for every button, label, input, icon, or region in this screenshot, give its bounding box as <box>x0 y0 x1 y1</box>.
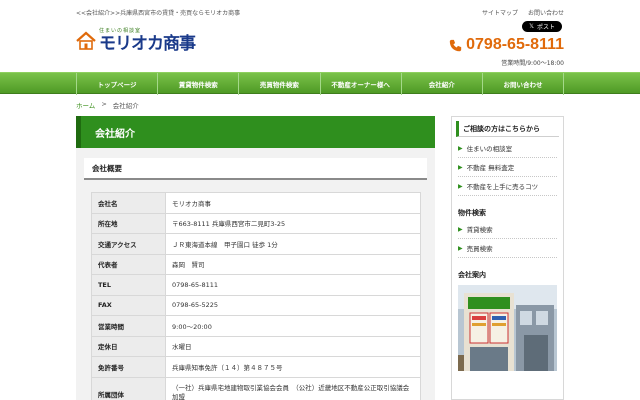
business-hours: 営業時間/9:00～18:00 <box>501 60 564 67</box>
contact-link[interactable]: お問い合わせ <box>528 8 564 17</box>
company-info-table: 会社名 モリオカ商事 所在地 〒663-8111 兵庫県西宮市二見町3-25 交通ア… <box>91 192 421 400</box>
sidebar-item-label: 不動産 無料査定 <box>466 164 515 172</box>
arrow-right-icon: ▶ <box>458 225 463 233</box>
row-value: （一社）兵庫県宅地建物取引業協会会員 （公社）近畿地区不動産公正取引協議会加盟 <box>165 376 421 400</box>
breadcrumb-home[interactable]: ホーム <box>76 100 95 110</box>
row-label: TEL <box>91 274 166 296</box>
nav-contact[interactable]: お問い合わせ <box>481 73 565 95</box>
sidebar-item-free-appraisal[interactable]: ▶ 不動産 無料査定 <box>458 158 557 177</box>
breadcrumb: ホーム > 会社紹介 <box>76 100 139 110</box>
sidebar-consult-heading: ご相談の方はこちらから <box>456 121 559 137</box>
arrow-right-icon: ▶ <box>458 244 463 252</box>
x-logo-icon: 𝕏 <box>529 23 534 30</box>
company-panel: 会社概要 会社名 モリオカ商事 所在地 〒663-8111 兵庫県西宮市二見町3-2… <box>76 148 435 400</box>
row-value: 兵庫県知事免許（１４）第４８７５号 <box>165 356 421 378</box>
page-title: 会社紹介 <box>76 116 435 148</box>
nav-rental-search[interactable]: 賃貸物件検索 <box>157 73 238 95</box>
shop-photo <box>458 285 557 371</box>
row-label: 免許番号 <box>91 356 166 378</box>
sidebar-item-label: 住まいの相談室 <box>466 145 513 153</box>
site-tagline: <<会社紹介>>兵庫県西宮市の賃貸・売買ならモリオカ商事 <box>76 10 241 17</box>
row-value: 0798-65-5225 <box>165 294 421 316</box>
logo-name: モリオカ商事 <box>99 34 196 54</box>
storefront-illustration <box>458 285 557 371</box>
row-label: 所在地 <box>91 212 166 234</box>
nav-top-page[interactable]: トップページ <box>76 73 157 95</box>
row-label: FAX <box>91 294 166 316</box>
table-row: 代表者 森岡 賢司 <box>91 253 421 275</box>
row-value: 9:00～20:00 <box>165 315 421 337</box>
phone-text: 0798-65-8111 <box>466 36 564 53</box>
sidebar: ご相談の方はこちらから ▶ 住まいの相談室 ▶ 不動産 無料査定 ▶ 不動産を上手に売… <box>451 116 564 400</box>
row-value: 水曜日 <box>165 335 421 357</box>
nav-company[interactable]: 会社紹介 <box>400 73 482 95</box>
sidebar-item-selling-tips[interactable]: ▶ 不動産を上手に売るコツ <box>458 177 557 196</box>
nav-owners[interactable]: 不動産オーナー様へ <box>319 73 401 95</box>
sidebar-item-label: 賃貸検索 <box>466 226 493 234</box>
table-row: TEL 0798-65-8111 <box>91 274 421 296</box>
sitemap-link[interactable]: サイトマップ <box>482 8 518 17</box>
section-heading: 会社概要 <box>84 158 427 180</box>
row-label: 所属団体 <box>91 376 166 400</box>
phone-number[interactable]: 0798-65-8111 <box>449 36 564 54</box>
table-row: 免許番号 兵庫県知事免許（１４）第４８７５号 <box>91 356 421 378</box>
sidebar-search-title: 物件検索 <box>458 209 486 217</box>
nav-sale-search[interactable]: 売買物件検索 <box>238 73 319 95</box>
sidebar-item-consult-room[interactable]: ▶ 住まいの相談室 <box>458 139 557 158</box>
x-post-button[interactable]: 𝕏 ポスト <box>522 21 562 32</box>
table-row: 交通アクセス ＪＲ東海道本線 甲子園口 徒歩 1分 <box>91 233 421 255</box>
table-row: FAX 0798-65-5225 <box>91 294 421 316</box>
arrow-right-icon: ▶ <box>458 163 463 171</box>
phone-icon <box>449 39 462 51</box>
x-post-label: ポスト <box>536 24 555 31</box>
row-value: 0798-65-8111 <box>165 274 421 296</box>
main-content: 会社紹介 会社概要 会社名 モリオカ商事 所在地 〒663-8111 兵庫県西宮市二… <box>76 116 435 400</box>
site-logo[interactable]: 住まいの相談室 モリオカ商事 <box>76 24 216 58</box>
sidebar-item-rental[interactable]: ▶ 賃貸検索 <box>458 220 557 239</box>
row-value: 森岡 賢司 <box>165 253 421 275</box>
row-value: モリオカ商事 <box>165 192 421 214</box>
site-header: <<会社紹介>>兵庫県西宮市の賃貸・売買ならモリオカ商事 住まいの相談室 モリオ… <box>0 0 640 72</box>
utility-links: サイトマップ お問い合わせ <box>482 8 564 17</box>
row-label: 代表者 <box>91 253 166 275</box>
breadcrumb-current: 会社紹介 <box>112 102 139 110</box>
house-logo-icon <box>76 31 96 51</box>
search-list: ▶ 賃貸検索 ▶ 売買検索 <box>458 220 557 258</box>
row-label: 会社名 <box>91 192 166 214</box>
row-value: 〒663-8111 兵庫県西宮市二見町3-25 <box>165 212 421 234</box>
row-label: 営業時間 <box>91 315 166 337</box>
breadcrumb-separator: > <box>101 100 107 108</box>
table-row: 所在地 〒663-8111 兵庫県西宮市二見町3-25 <box>91 212 421 234</box>
table-row: 会社名 モリオカ商事 <box>91 192 421 214</box>
table-row: 定休日 水曜日 <box>91 335 421 357</box>
sidebar-item-label: 不動産を上手に売るコツ <box>466 183 539 191</box>
sidebar-item-sale[interactable]: ▶ 売買検索 <box>458 239 557 258</box>
consult-list: ▶ 住まいの相談室 ▶ 不動産 無料査定 ▶ 不動産を上手に売るコツ <box>458 139 557 196</box>
table-row: 所属団体 （一社）兵庫県宅地建物取引業協会会員 （公社）近畿地区不動産公正取引協議… <box>91 376 421 400</box>
global-nav: トップページ 賃貸物件検索 売買物件検索 不動産オーナー様へ 会社紹介 お問い合… <box>0 72 640 95</box>
table-row: 営業時間 9:00～20:00 <box>91 315 421 337</box>
row-label: 定休日 <box>91 335 166 357</box>
sidebar-shop-title: 会社案内 <box>458 271 486 279</box>
arrow-right-icon: ▶ <box>458 182 463 190</box>
sidebar-item-label: 売買検索 <box>466 245 493 253</box>
row-value: ＪＲ東海道本線 甲子園口 徒歩 1分 <box>165 233 421 255</box>
arrow-right-icon: ▶ <box>458 144 463 152</box>
row-label: 交通アクセス <box>91 233 166 255</box>
